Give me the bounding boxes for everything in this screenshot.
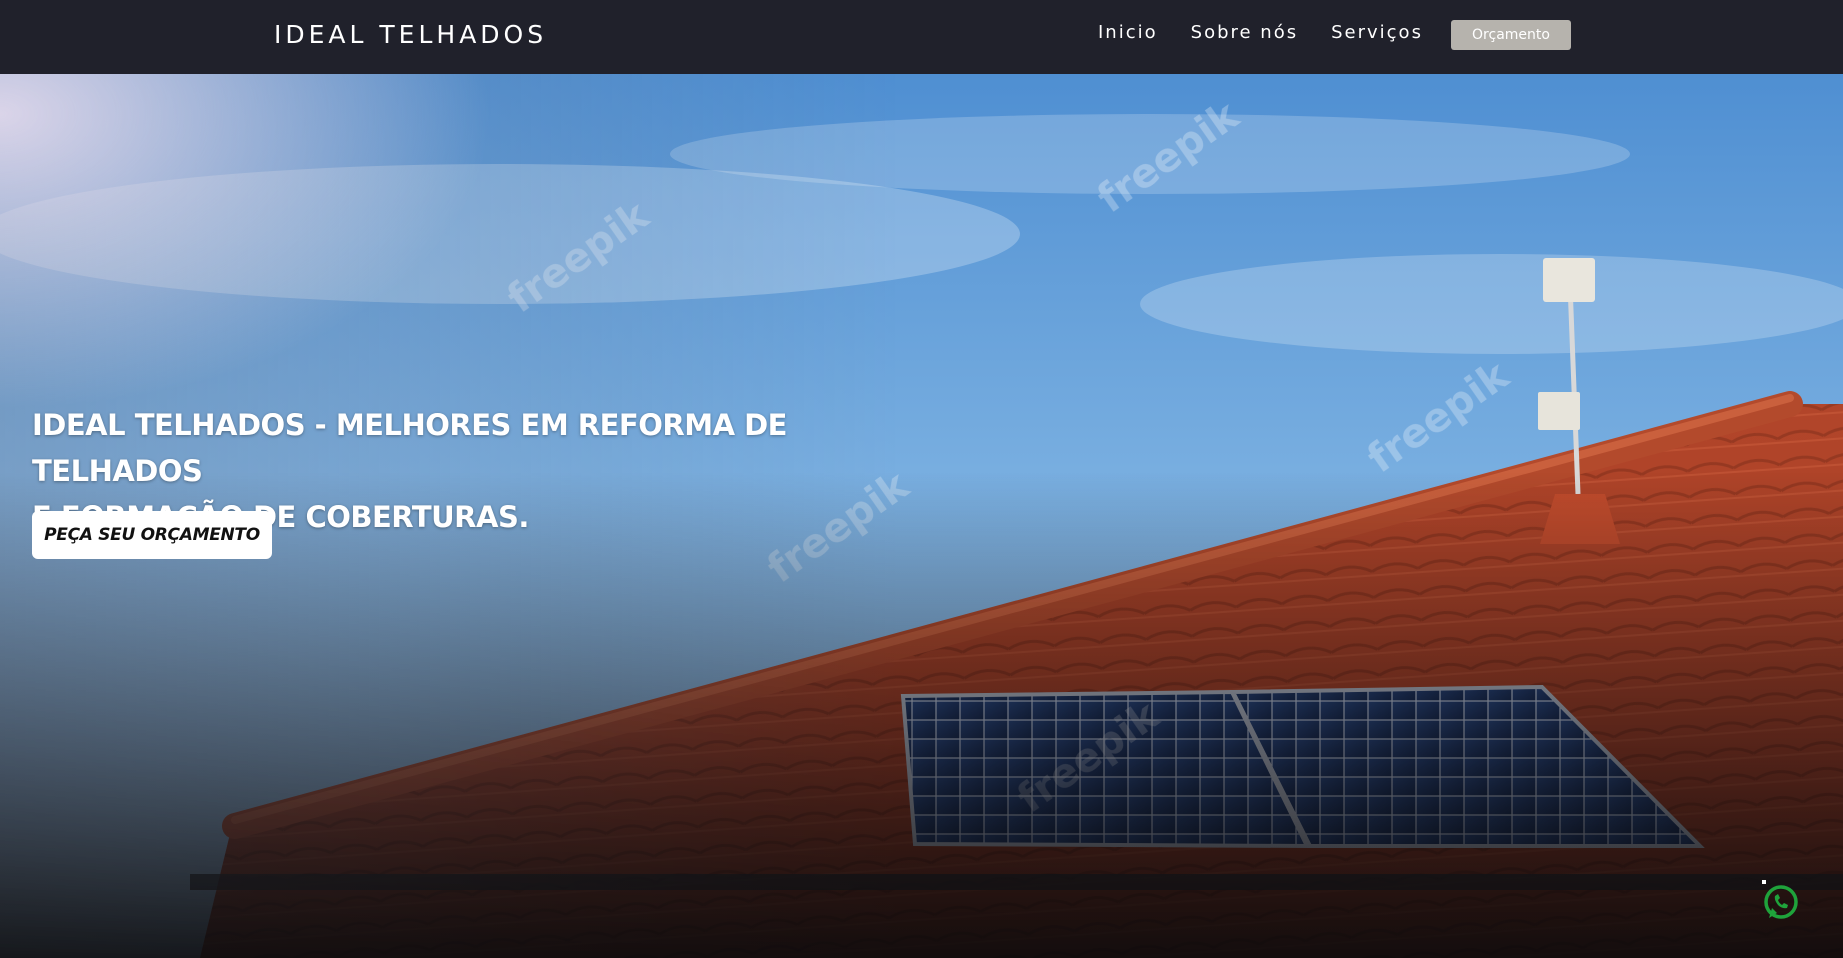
request-quote-button[interactable]: PEÇA SEU ORÇAMENTO	[32, 511, 272, 559]
top-navbar: IDEAL TELHADOS Inicio Sobre nós Serviços…	[0, 0, 1843, 74]
orcamento-nav-button[interactable]: Orçamento	[1451, 20, 1571, 50]
nav-link-inicio[interactable]: Inicio	[1098, 22, 1158, 43]
nav-link-sobre-nos[interactable]: Sobre nós	[1191, 22, 1298, 43]
whatsapp-icon[interactable]	[1762, 883, 1800, 921]
hero-title-line1: IDEAL TELHADOS - MELHORES EM REFORMA DE …	[32, 408, 788, 488]
nav-link-servicos[interactable]: Serviços	[1331, 22, 1423, 43]
brand-logo-text[interactable]: IDEAL TELHADOS	[274, 20, 547, 49]
main-navigation: Inicio Sobre nós Serviços	[1098, 22, 1423, 43]
hero-section: freepik freepik freepik freepik freepik …	[0, 74, 1843, 958]
